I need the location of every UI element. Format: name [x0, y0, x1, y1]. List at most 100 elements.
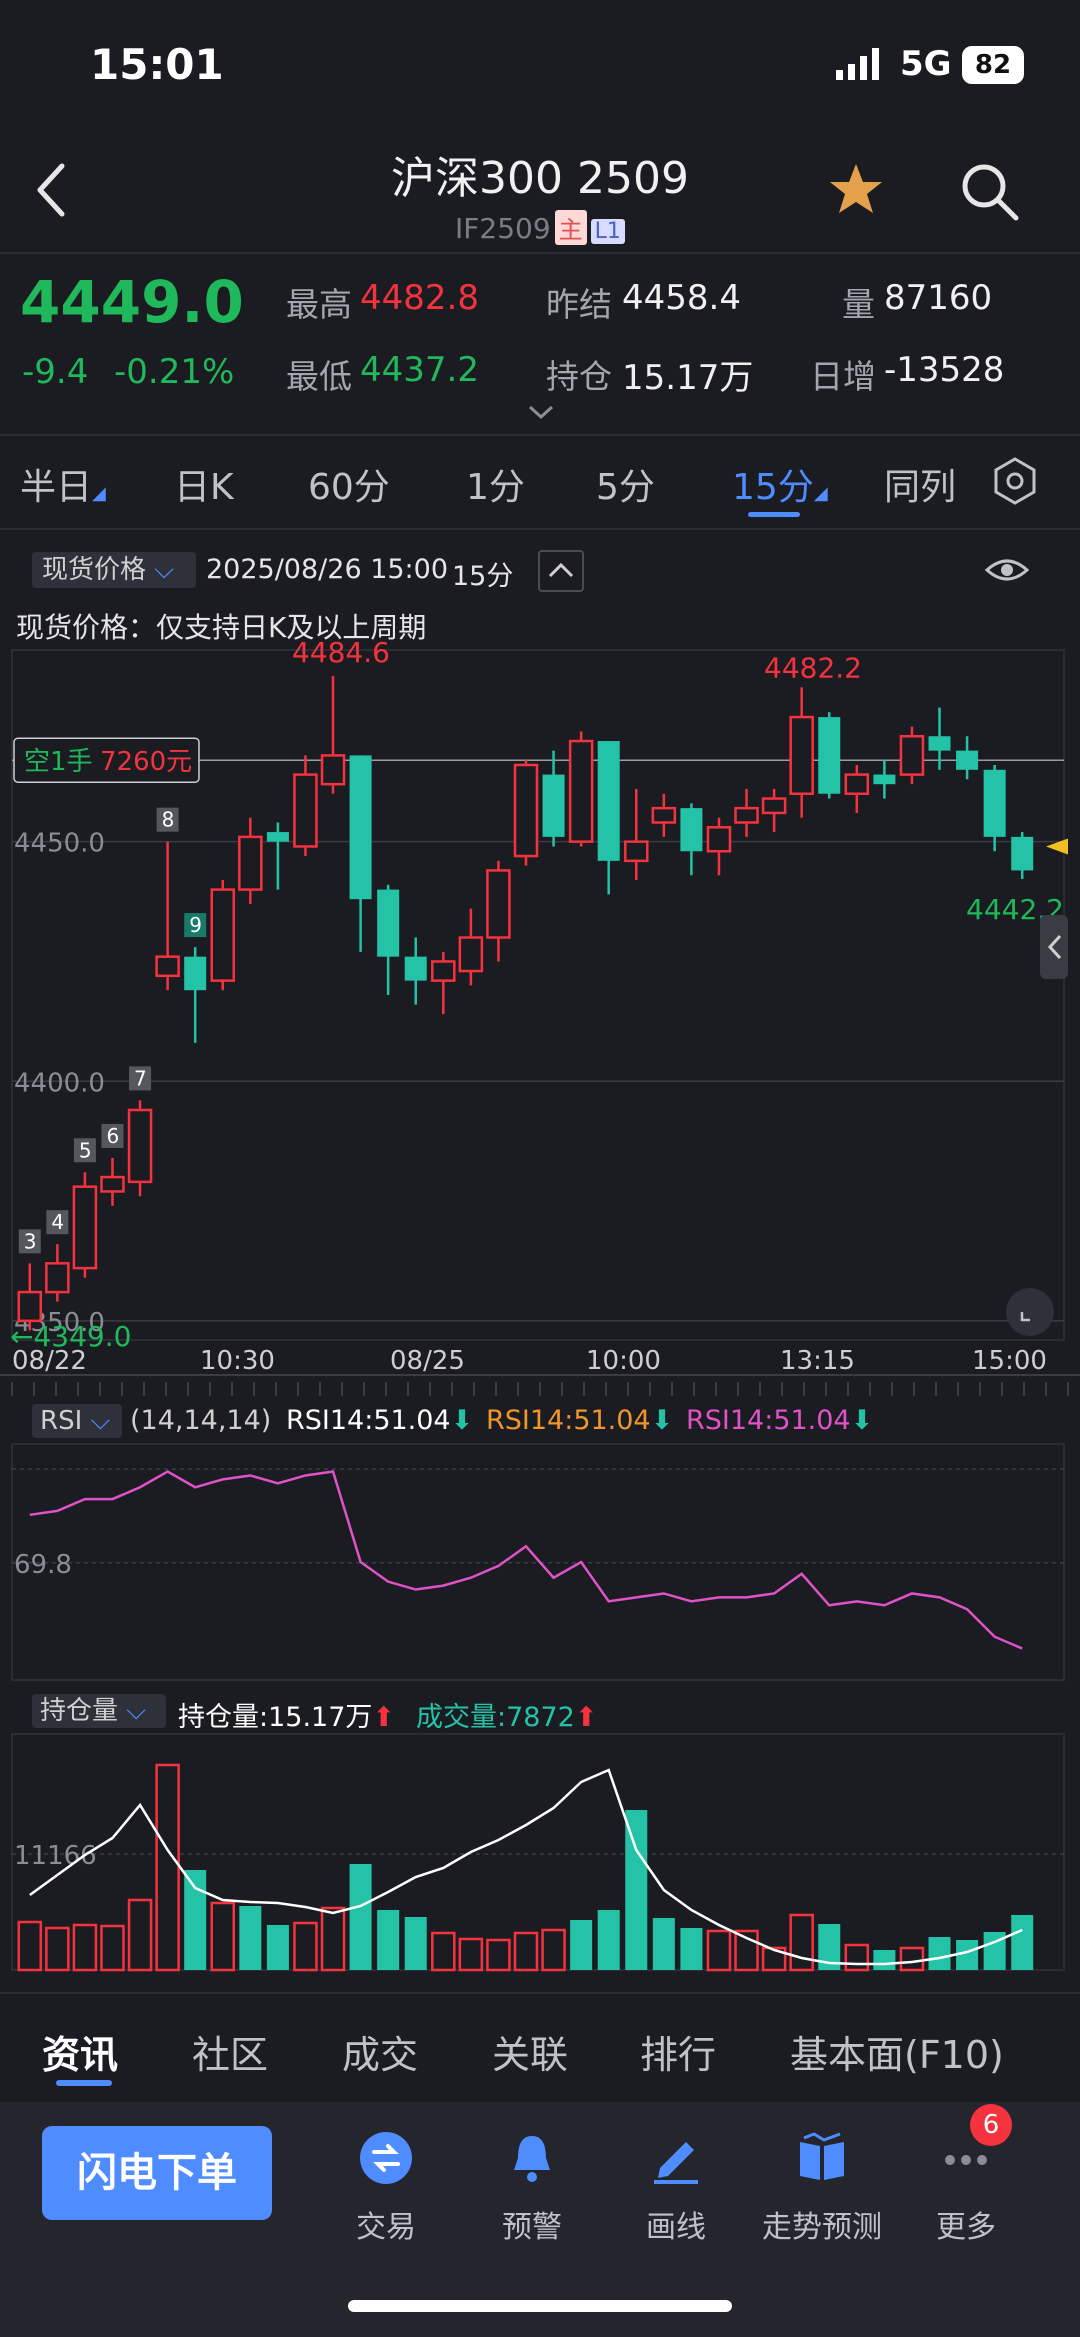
volume-bar [873, 1950, 896, 1970]
candle-body [377, 889, 400, 957]
candle-body [761, 797, 787, 815]
tab-half-day[interactable]: 半日◢ [20, 458, 106, 510]
prev-settle-label: 昨结 [546, 285, 612, 324]
candle-body [266, 832, 289, 842]
tab-same-column[interactable]: 同列 [884, 458, 956, 510]
volume-bar [486, 1938, 511, 1972]
notification-badge: 6 [970, 2104, 1012, 2146]
y-tick-label: 4450.0 [14, 829, 105, 859]
spot-price-dropdown[interactable]: 现货价格 ⌵ [32, 552, 196, 588]
rsi-dropdown[interactable]: RSI ⌵ [32, 1404, 122, 1438]
candle-body [349, 755, 372, 900]
tab-15min[interactable]: 15分◢ [732, 458, 828, 510]
candle-body [680, 808, 703, 852]
collapse-up-button[interactable] [538, 550, 584, 592]
nav-trade-label: 交易 [356, 2210, 416, 2245]
x-tick-label: 13:15 [780, 1346, 855, 1376]
signal-icon [836, 48, 886, 86]
candle-body [1011, 836, 1034, 871]
tab-5min[interactable]: 5分 [596, 458, 655, 510]
home-indicator[interactable] [348, 2300, 732, 2312]
candle-body [624, 840, 649, 863]
position-value: 7260元 [100, 747, 192, 777]
candle-body [651, 806, 677, 824]
nav-trade[interactable]: 交易 [326, 2130, 446, 2246]
tab-related[interactable]: 关联 [492, 2024, 568, 2079]
rsi-params: (14,14,14) [130, 1405, 272, 1436]
volume-bar [652, 1918, 675, 1970]
tab-community[interactable]: 社区 [192, 2024, 268, 2079]
low-value: 4437.2 [360, 350, 479, 390]
rsi-level-label: 69.8 [14, 1550, 72, 1580]
volume-bar [1011, 1915, 1034, 1970]
candle-body [873, 774, 896, 785]
nav-more[interactable]: 更多 [906, 2130, 1026, 2246]
volume-bar [541, 1928, 566, 1972]
volume-bar [293, 1921, 318, 1972]
tab-news[interactable]: 资讯 [42, 2024, 118, 2079]
candle-body [928, 736, 951, 751]
nav-forecast[interactable]: 走势预测 [762, 2130, 882, 2246]
marker-label: 3 [24, 1229, 37, 1253]
tab-fundamentals[interactable]: 基本面(F10) [790, 2024, 1004, 2079]
settings-icon[interactable] [990, 456, 1040, 510]
x-tick-label: 08/25 [390, 1346, 465, 1376]
oi-dropdown[interactable]: 持仓量 ⌵ [32, 1694, 166, 1728]
volume-bar [458, 1937, 484, 1972]
volume-bar [349, 1864, 372, 1970]
bottom-tabs-divider [0, 1992, 1080, 1994]
expand-chevron-icon[interactable] [526, 402, 556, 426]
volume-bar [625, 1810, 648, 1970]
candlestick-chart[interactable]: 4450.04400.04350.0空1手 7260元34567894484.6 4… [0, 640, 1080, 1400]
volume-bar [404, 1917, 427, 1970]
rsi-frame [11, 1443, 1065, 1681]
volume-bar [899, 1946, 925, 1972]
volume-bar [320, 1906, 346, 1972]
tab-trades[interactable]: 成交 [342, 2024, 418, 2079]
volume-bar [928, 1937, 951, 1970]
candle-body [210, 888, 236, 982]
candle-body [486, 869, 511, 939]
volume-bar [789, 1913, 814, 1972]
candle-body [184, 956, 207, 991]
tab-daily[interactable]: 日K [174, 458, 234, 510]
candle-body [238, 835, 263, 891]
search-icon[interactable] [958, 160, 1022, 228]
candle-body [100, 1175, 125, 1193]
tab-60min[interactable]: 60分 [308, 458, 390, 510]
flash-order-button[interactable]: 闪电下单 [42, 2126, 272, 2220]
nav-draw[interactable]: 画线 [616, 2130, 736, 2246]
nav-alert-label: 预警 [502, 2210, 562, 2245]
rsi2-value: RSI14:51.04⬇ [486, 1405, 674, 1436]
price-change: -9.4 [22, 352, 89, 392]
candle-body [542, 774, 565, 837]
tab-1min[interactable]: 1分 [466, 458, 525, 510]
eye-icon[interactable] [984, 552, 1030, 592]
rsi1-value: RSI14:51.04⬇ [286, 1405, 474, 1436]
contract-code: IF2509 [455, 212, 551, 245]
candle-body [956, 750, 979, 770]
candle-body [431, 960, 456, 982]
tab-ranking[interactable]: 排行 [640, 2024, 716, 2079]
x-tick-label: 10:30 [200, 1346, 275, 1376]
volume-bar [17, 1920, 43, 1972]
volume-bar [597, 1910, 620, 1970]
x-tick-label: 15:00 [972, 1346, 1047, 1376]
marker-label: 4 [51, 1210, 64, 1234]
candle-body [127, 1108, 153, 1184]
volume-label: 量 [842, 285, 875, 324]
y-tick-label: 4400.0 [14, 1068, 105, 1098]
high-label: 最高 [286, 285, 352, 324]
candle-body [818, 717, 841, 794]
prev-settle-value: 4458.4 [622, 278, 741, 318]
volume-bar [956, 1940, 979, 1970]
price-change-pct: -0.21% [114, 352, 235, 392]
volume-bar [100, 1924, 125, 1972]
daily-increase-value: -13528 [884, 350, 1005, 390]
star-icon[interactable] [826, 160, 886, 224]
candle-body [293, 773, 318, 848]
chart-datetime: 2025/08/26 15:00 [206, 554, 449, 585]
marker-label: 7 [134, 1066, 147, 1090]
nav-alert[interactable]: 预警 [472, 2130, 592, 2246]
candle-body [899, 735, 925, 776]
